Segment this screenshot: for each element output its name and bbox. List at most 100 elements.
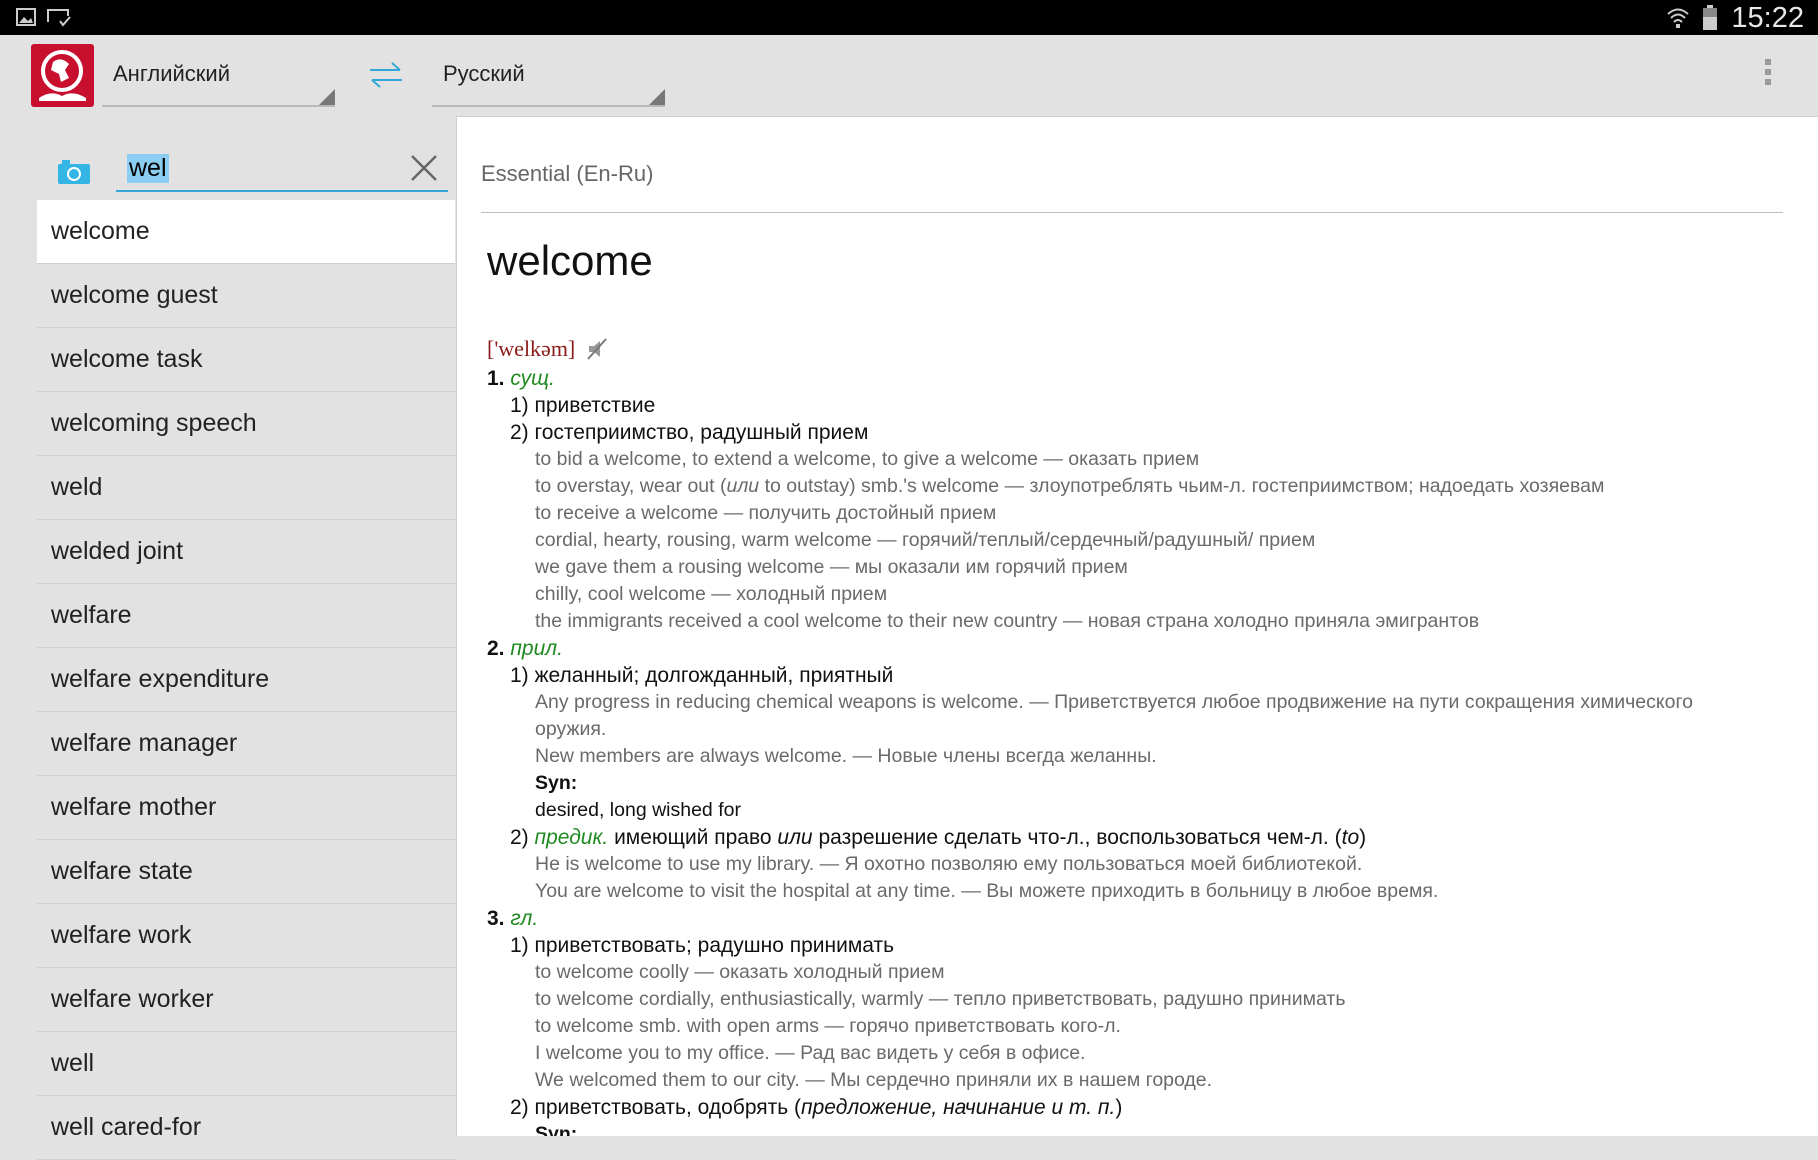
word-list-item[interactable]: welcoming speech <box>37 392 455 456</box>
text-segment: имеющий право <box>608 826 778 849</box>
example-line: desired, long wished for <box>487 797 1807 824</box>
example-line: New members are always welcome. — Новые … <box>487 743 1807 770</box>
text-segment: 2. <box>487 637 511 660</box>
part-of-speech: гл. <box>510 907 539 930</box>
example-line: оружия. <box>487 716 1807 743</box>
example-line: to bid a welcome, to extend a welcome, t… <box>487 446 1807 473</box>
camera-icon[interactable] <box>58 160 90 184</box>
text-segment: desired, long wished for <box>535 799 741 821</box>
source-language-label: Английский <box>113 61 230 86</box>
meaning-line: 2) гостеприимство, радушный прием <box>487 419 1807 446</box>
transcription: ['welkəm] <box>487 336 576 361</box>
word-list-item[interactable]: welfare expenditure <box>37 648 455 712</box>
app-logo <box>31 44 94 107</box>
example-line: to welcome coolly — оказать холодный при… <box>487 959 1807 986</box>
target-language-spinner[interactable]: Русский <box>432 35 665 107</box>
divider <box>481 212 1783 213</box>
text-segment: to overstay, wear out ( <box>535 475 727 497</box>
example-line: Any progress in reducing chemical weapon… <box>487 689 1807 716</box>
text-segment: We welcomed them to our city. — Мы серде… <box>535 1069 1213 1091</box>
sound-muted-icon[interactable] <box>585 337 609 361</box>
example-line: We welcomed them to our city. — Мы серде… <box>487 1067 1807 1094</box>
word-list-panel: wel welcome welcome guest welcome task welc… <box>0 116 455 1160</box>
cast-icon <box>47 9 71 27</box>
example-line: chilly, cool welcome — холодный прием <box>487 581 1807 608</box>
text-segment: He is welcome to use my library. — Я охо… <box>535 853 1363 875</box>
word-list-item[interactable]: welfare work <box>37 904 455 968</box>
transcription-line: ['welkəm] <box>487 333 1807 365</box>
word-list-item[interactable]: well cared-for <box>37 1096 455 1160</box>
wifi-icon <box>1667 8 1689 28</box>
word-list-item[interactable]: welfare state <box>37 840 455 904</box>
text-segment: Any progress in reducing chemical weapon… <box>535 691 1694 713</box>
text-segment: we gave them a rousing welcome — мы оказ… <box>535 556 1128 578</box>
part-of-speech: сущ. <box>510 367 555 390</box>
example-line: to welcome smb. with open arms — горячо … <box>487 1013 1807 1040</box>
clock: 15:22 <box>1731 2 1804 34</box>
text-segment: 2) гостеприимство, радушный прием <box>510 421 869 444</box>
text-segment: You are welcome to visit the hospital at… <box>535 880 1439 902</box>
text-segment: chilly, cool welcome — холодный прием <box>535 583 888 605</box>
word-list-item[interactable]: welded joint <box>37 520 455 584</box>
dropdown-indicator-icon <box>649 89 665 105</box>
text-segment: cordial, hearty, rousing, warm welcome —… <box>535 529 1316 551</box>
word-list-item[interactable]: welfare <box>37 584 455 648</box>
word-list-item[interactable]: well <box>37 1032 455 1096</box>
word-list-item[interactable]: welfare manager <box>37 712 455 776</box>
search-input[interactable]: wel <box>116 150 448 192</box>
example-line: to overstay, wear out (или to outstay) s… <box>487 473 1807 500</box>
part-of-speech-line: 1. сущ. <box>487 365 1807 392</box>
text-segment: или <box>777 826 813 849</box>
swap-arrows-icon[interactable] <box>368 60 404 90</box>
text-segment: предложение, начинание и т. п. <box>801 1096 1116 1119</box>
example-line: we gave them a rousing welcome — мы оказ… <box>487 554 1807 581</box>
word-list-item[interactable]: welcome task <box>37 328 455 392</box>
example-line: Syn: <box>487 770 1807 797</box>
text-segment: или <box>726 475 760 497</box>
text-segment: ) <box>1115 1096 1123 1119</box>
target-language-label: Русский <box>443 61 525 86</box>
text-segment: to welcome cordially, enthusiastically, … <box>535 988 1346 1010</box>
example-line: the immigrants received a cool welcome t… <box>487 608 1807 635</box>
text-segment: the immigrants received a cool welcome t… <box>535 610 1480 632</box>
meaning-line: 1) желанный; долгожданный, приятный <box>487 662 1807 689</box>
text-segment: Syn: <box>535 1123 578 1136</box>
meaning-line: 1) приветствовать; радушно принимать <box>487 932 1807 959</box>
text-segment: Syn: <box>535 772 578 794</box>
word-list-item[interactable]: welfare mother <box>37 776 455 840</box>
text-segment: 2) приветствовать, одобрять ( <box>510 1096 802 1119</box>
word-list-item[interactable]: weld <box>37 456 455 520</box>
example-line: You are welcome to visit the hospital at… <box>487 878 1807 905</box>
text-segment: to welcome coolly — оказать холодный при… <box>535 961 945 983</box>
part-of-speech: прил. <box>510 637 563 660</box>
headword: welcome <box>487 237 653 284</box>
source-language-spinner[interactable]: Английский <box>102 35 335 107</box>
close-icon[interactable] <box>410 154 438 182</box>
word-list-item[interactable]: welcome guest <box>37 264 455 328</box>
text-segment: to <box>1341 826 1360 849</box>
example-line: I welcome you to my office. — Рад вас ви… <box>487 1040 1807 1067</box>
example-line: cordial, hearty, rousing, warm welcome —… <box>487 527 1807 554</box>
word-list-item[interactable]: welcome <box>37 200 455 264</box>
text-segment: to bid a welcome, to extend a welcome, t… <box>535 448 1200 470</box>
text-segment: to receive a welcome — получить достойны… <box>535 502 997 524</box>
dropdown-indicator-icon <box>319 89 335 105</box>
text-segment: 1) желанный; долгожданный, приятный <box>510 664 894 687</box>
gallery-icon <box>16 8 36 26</box>
meaning-line: 2) приветствовать, одобрять (предложение… <box>487 1094 1807 1121</box>
battery-icon <box>1703 5 1717 30</box>
text-segment: to outstay) smb.'s welcome — злоупотребл… <box>759 475 1605 497</box>
text-segment: to welcome smb. with open arms — горячо … <box>535 1015 1121 1037</box>
text-segment: разрешение сделать что-л., воспользовать… <box>812 826 1342 849</box>
search-input-value[interactable]: wel <box>127 154 169 183</box>
word-list-item[interactable]: welfare worker <box>37 968 455 1032</box>
overflow-menu-icon[interactable] <box>1765 59 1773 89</box>
article-panel: Essential (En-Ru) welcome ['welkəm] 1. су… <box>456 116 1818 1136</box>
example-line: He is welcome to use my library. — Я охо… <box>487 851 1807 878</box>
meaning-line: 1) приветствие <box>487 392 1807 419</box>
article-body: ['welkəm] 1. сущ. 1) приветствие 2) гостепр… <box>487 333 1807 1136</box>
text-segment: 3. <box>487 907 511 930</box>
text-segment: I welcome you to my office. — Рад вас ви… <box>535 1042 1086 1064</box>
text-segment: 1. <box>487 367 511 390</box>
text-segment: оружия. <box>535 718 607 740</box>
